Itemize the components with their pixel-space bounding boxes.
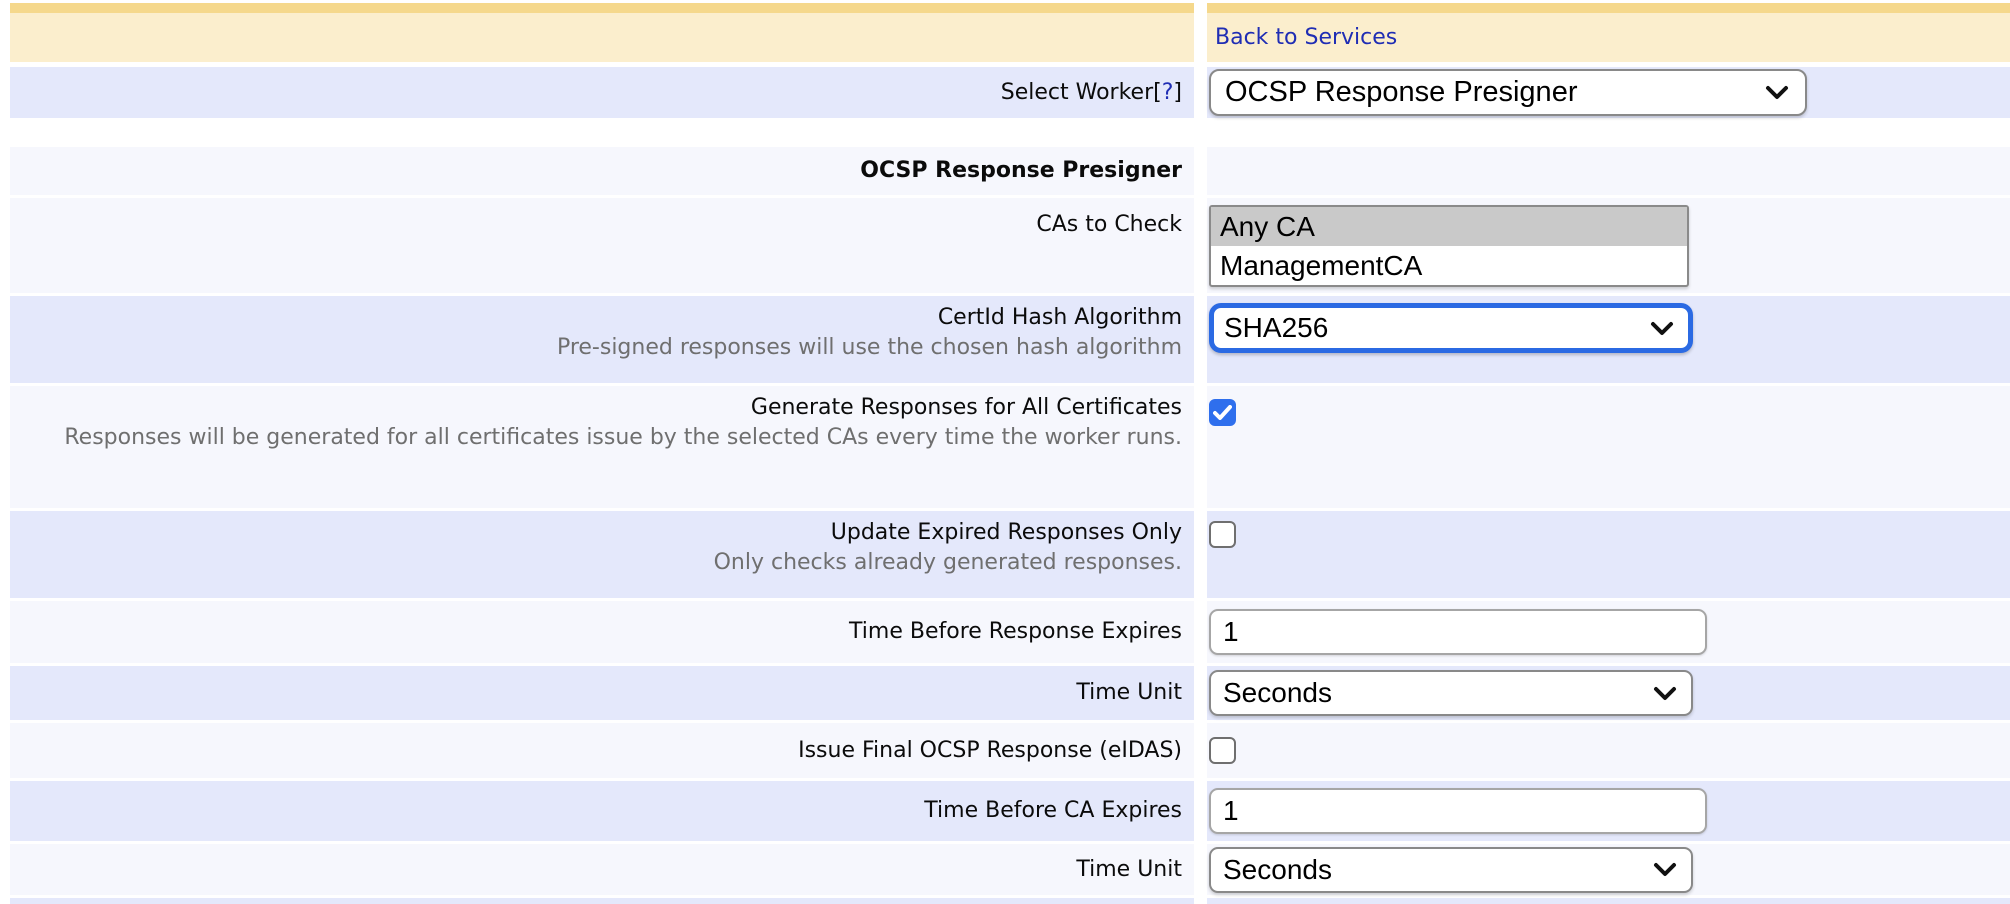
bracket-open: [	[1153, 80, 1162, 105]
generate-all-label: Generate Responses for All Certificates	[10, 393, 1182, 423]
issue-final-row: Issue Final OCSP Response (eIDAS)	[10, 723, 2010, 778]
update-expired-field-cell	[1207, 511, 2010, 598]
update-expired-checkbox[interactable]	[1209, 521, 1236, 548]
time-unit-ca-field-cell: Seconds	[1207, 844, 2010, 895]
generate-all-checkbox[interactable]	[1209, 399, 1236, 426]
back-to-services-link[interactable]: Back to Services	[1209, 25, 1397, 50]
bracket-close: ]	[1173, 80, 1182, 105]
worker-title-cell: OCSP Response Presigner	[10, 147, 1194, 195]
time-unit-response-select[interactable]: Seconds	[1209, 670, 1693, 716]
generate-all-label-cell: Generate Responses for All Certificates …	[10, 386, 1194, 508]
generate-all-row: Generate Responses for All Certificates …	[10, 386, 2010, 508]
partial-bottom-left	[10, 898, 1194, 904]
update-expired-row: Update Expired Responses Only Only check…	[10, 511, 2010, 598]
cas-option-managementca[interactable]: ManagementCA	[1211, 246, 1687, 285]
header-strip-row	[10, 3, 2010, 13]
generate-all-field-cell	[1207, 386, 2010, 508]
hash-field-cell: SHA256	[1207, 296, 2010, 383]
time-unit-ca-value: Seconds	[1223, 854, 1332, 886]
time-before-ca-field-cell	[1207, 781, 2010, 841]
time-unit-response-field-cell: Seconds	[1207, 666, 2010, 720]
time-before-response-field-cell	[1207, 601, 2010, 663]
header-band-row: Back to Services	[10, 13, 2010, 62]
issue-final-checkbox[interactable]	[1209, 737, 1236, 764]
worker-title-empty-cell	[1207, 147, 2010, 195]
cas-to-check-row: CAs to Check Any CA ManagementCA	[10, 198, 2010, 293]
hash-algorithm-select[interactable]: SHA256	[1209, 303, 1693, 353]
time-before-response-row: Time Before Response Expires	[10, 601, 2010, 663]
select-worker-field-cell: OCSP Response Presigner	[1207, 67, 2010, 118]
select-worker-row: Select Worker[?] OCSP Response Presigner	[10, 67, 2010, 118]
time-before-response-label: Time Before Response Expires	[849, 617, 1182, 647]
hash-algorithm-value: SHA256	[1224, 312, 1328, 344]
header-band-right: Back to Services	[1207, 13, 2010, 62]
time-unit-response-value: Seconds	[1223, 677, 1332, 709]
hash-algorithm-label: CertId Hash Algorithm	[10, 303, 1182, 333]
cas-option-any-ca[interactable]: Any CA	[1211, 207, 1687, 246]
header-strip-left	[10, 3, 1194, 13]
service-edit-page: Back to Services Select Worker[?] OCSP R…	[10, 3, 2010, 904]
cas-label-cell: CAs to Check	[10, 198, 1194, 293]
chevron-down-icon	[1653, 862, 1677, 877]
help-icon[interactable]: ?	[1162, 80, 1174, 105]
time-unit-response-row: Time Unit Seconds	[10, 666, 2010, 720]
time-before-response-label-cell: Time Before Response Expires	[10, 601, 1194, 663]
update-expired-help: Only checks already generated responses.	[10, 548, 1182, 578]
select-worker-label-cell: Select Worker[?]	[10, 67, 1194, 118]
time-unit-ca-label-cell: Time Unit	[10, 844, 1194, 895]
cas-to-check-label: CAs to Check	[1036, 212, 1182, 237]
partial-bottom-row	[10, 898, 2010, 904]
partial-bottom-right	[1207, 898, 2010, 904]
issue-final-label: Issue Final OCSP Response (eIDAS)	[798, 736, 1182, 766]
spacer	[10, 118, 2010, 147]
select-worker-label-text: Select Worker	[1001, 80, 1153, 105]
worker-title: OCSP Response Presigner	[860, 156, 1182, 186]
issue-final-field-cell	[1207, 723, 2010, 778]
time-unit-response-label-cell: Time Unit	[10, 666, 1194, 720]
time-unit-ca-label: Time Unit	[1076, 855, 1182, 885]
time-before-ca-label: Time Before CA Expires	[924, 796, 1182, 826]
header-band-left	[10, 13, 1194, 62]
time-before-ca-input[interactable]	[1209, 788, 1707, 834]
issue-final-label-cell: Issue Final OCSP Response (eIDAS)	[10, 723, 1194, 778]
worker-select[interactable]: OCSP Response Presigner	[1209, 69, 1807, 116]
cas-multiselect[interactable]: Any CA ManagementCA	[1209, 205, 1689, 287]
chevron-down-icon	[1653, 686, 1677, 701]
time-before-ca-label-cell: Time Before CA Expires	[10, 781, 1194, 841]
header-strip-right	[1207, 3, 2010, 13]
update-expired-label: Update Expired Responses Only	[10, 518, 1182, 548]
hash-algorithm-help: Pre-signed responses will use the chosen…	[10, 333, 1182, 363]
chevron-down-icon	[1650, 321, 1674, 336]
worker-title-row: OCSP Response Presigner	[10, 147, 2010, 195]
hash-label-cell: CertId Hash Algorithm Pre-signed respons…	[10, 296, 1194, 383]
generate-all-help: Responses will be generated for all cert…	[10, 423, 1182, 453]
time-before-ca-row: Time Before CA Expires	[10, 781, 2010, 841]
cas-field-cell: Any CA ManagementCA	[1207, 198, 2010, 293]
time-unit-ca-row: Time Unit Seconds	[10, 844, 2010, 895]
select-worker-label: Select Worker[?]	[1001, 78, 1182, 108]
worker-select-value: OCSP Response Presigner	[1225, 76, 1577, 109]
time-unit-response-label: Time Unit	[1076, 678, 1182, 708]
checkmark-icon	[1213, 405, 1232, 420]
time-before-response-input[interactable]	[1209, 609, 1707, 655]
hash-algorithm-row: CertId Hash Algorithm Pre-signed respons…	[10, 296, 2010, 383]
update-expired-label-cell: Update Expired Responses Only Only check…	[10, 511, 1194, 598]
chevron-down-icon	[1765, 85, 1789, 100]
time-unit-ca-select[interactable]: Seconds	[1209, 847, 1693, 893]
